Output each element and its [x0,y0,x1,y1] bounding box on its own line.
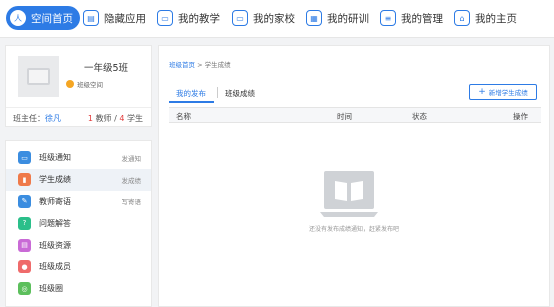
breadcrumb: 班级首页 > 学生成绩 [169,59,231,69]
empty-book-icon [320,171,378,217]
nav-label: 我的教学 [178,12,220,25]
nav-label: 我的管理 [401,12,443,25]
menu-item-teacher-message[interactable]: ✎ 教师寄语 写寄语 [6,191,151,213]
empty-state-message: 还没有发布成绩通知，赶紧发布吧 [308,226,399,233]
members-icon: ● [18,260,31,274]
add-student-score-button[interactable]: + 新增学生成绩 [469,84,537,100]
menu-item-label: 学生成绩 [39,175,71,185]
nav-label: 我的家校 [253,12,295,25]
column-status: 状态 [412,112,427,121]
document-icon: ≡ [380,10,396,26]
teacher-unit: 教师 [95,114,112,123]
home-icon: ⌂ [454,10,470,26]
write-message-link[interactable]: 写寄语 [122,196,142,206]
question-icon: ? [18,216,31,230]
table-header: 名称 时间 状态 操作 [169,107,541,123]
send-scores-link[interactable]: 发成绩 [122,175,142,185]
menu-item-student-scores[interactable]: ▮ 学生成绩 发成绩 [6,168,151,191]
member-stats: 1 教师 / 4 学生 [88,113,143,124]
stats-separator: / [114,114,117,123]
nav-my-homepage[interactable]: ⌂ 我的主页 [454,6,517,30]
image-placeholder-icon [27,68,50,85]
top-navigation: 人 空间首页 ▤ 隐藏应用 ▭ 我的教学 ▭ 我的家校 ▦ 我的研训 ≡ 我的管… [0,0,554,38]
nav-space-home[interactable]: 人 空间首页 [6,6,80,30]
teacher-count: 1 [87,114,94,123]
head-teacher-name[interactable]: 徐凡 [45,114,61,123]
menu-item-qa[interactable]: ? 问题解答 [6,212,151,234]
column-name: 名称 [176,112,191,121]
class-name: 一年级5班 [84,63,129,74]
head-teacher-label: 班主任： [13,114,45,123]
active-tab-indicator [169,101,214,103]
menu-item-label: 班级成员 [39,262,71,272]
main-panel: 班级首页 > 学生成绩 我的发布 班级成绩 + 新增学生成绩 名称 时间 状态 … [158,45,550,307]
nav-my-training[interactable]: ▦ 我的研训 [306,6,369,30]
menu-item-class-resources[interactable]: ▤ 班级资源 [6,234,151,256]
student-count: 4 [119,114,125,123]
notice-icon: ▭ [18,151,31,165]
class-info-card: 一年级5班 班级空间 班主任：徐凡 1 教师 / 4 学生 [5,45,152,127]
breadcrumb-home[interactable]: 班级首页 [169,61,195,69]
menu-item-class-notice[interactable]: ▭ 班级通知 发通知 [6,147,151,169]
column-operation: 操作 [513,112,528,121]
menu-item-class-circle[interactable]: ◎ 班级圈 [6,278,151,300]
head-teacher-row: 班主任：徐凡 [13,113,61,124]
nav-my-home-school[interactable]: ▭ 我的家校 [232,6,295,30]
class-menu: ▭ 班级通知 发通知 ▮ 学生成绩 发成绩 ✎ 教师寄语 写寄语 ? 问题解答 … [5,140,152,307]
nav-my-management[interactable]: ≡ 我的管理 [380,6,443,30]
student-unit: 学生 [127,114,143,123]
chart-icon: ▮ [18,173,31,187]
menu-item-label: 问题解答 [39,218,71,228]
nav-my-teaching[interactable]: ▭ 我的教学 [157,6,220,30]
nav-label: 空间首页 [31,12,73,25]
grid-icon: ▦ [306,10,322,26]
breadcrumb-current: 学生成绩 [204,61,231,69]
tab-my-posts[interactable]: 我的发布 [176,88,206,99]
nav-hidden-apps[interactable]: ▤ 隐藏应用 [83,6,146,30]
column-time: 时间 [337,112,352,121]
apps-icon: ▤ [83,10,99,26]
nav-label: 隐藏应用 [104,12,146,25]
nav-label: 我的研训 [327,12,369,25]
resource-icon: ▤ [18,238,31,252]
breadcrumb-separator: > [197,61,203,69]
nav-label: 我的主页 [475,12,517,25]
class-space-link[interactable]: 班级空间 [66,79,103,89]
user-icon: 人 [10,10,26,26]
add-student-score-label: 新增学生成绩 [488,89,528,97]
menu-item-class-members[interactable]: ● 班级成员 [6,256,151,278]
circle-icon: ◎ [18,282,31,296]
menu-item-label: 班级通知 [39,153,71,163]
space-icon [66,80,74,88]
send-notice-link[interactable]: 发通知 [122,153,142,163]
monitor-icon: ▭ [232,10,248,26]
class-avatar [18,56,59,97]
plus-icon: + [478,86,486,97]
menu-item-label: 班级资源 [39,240,71,250]
tab-class-scores[interactable]: 班级成绩 [225,88,255,99]
teaching-icon: ▭ [157,10,173,26]
message-icon: ✎ [18,194,31,208]
menu-item-label: 教师寄语 [39,196,71,206]
class-space-label: 班级空间 [77,81,103,89]
divider [6,107,151,108]
menu-item-label: 班级圈 [39,284,63,294]
tab-divider [217,87,218,98]
